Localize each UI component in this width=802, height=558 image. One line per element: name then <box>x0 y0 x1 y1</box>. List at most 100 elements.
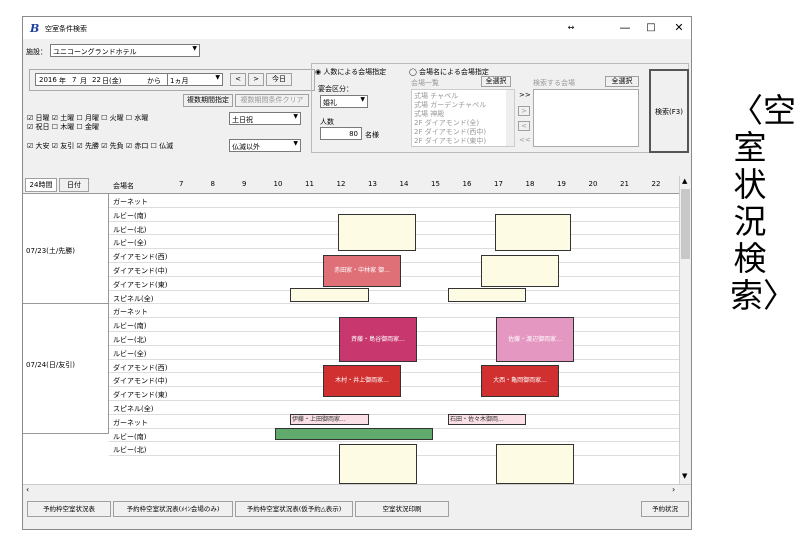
venue-name: スピネル(全) <box>113 405 154 413</box>
mode-radio-venue[interactable]: ◯ 会場名による会場指定 <box>409 67 489 77</box>
next-button[interactable]: > <box>248 73 264 86</box>
target-venue-header: 検索する会場 <box>533 79 575 87</box>
span-value: 1ヵ月 <box>170 77 189 85</box>
venue-name: ルビー(北) <box>113 225 147 234</box>
scroll-up-icon[interactable]: ▲ <box>682 177 687 185</box>
banquet-select[interactable]: 婚礼 ▼ <box>320 95 368 108</box>
date-year: 2016 <box>39 76 57 84</box>
available-slot[interactable] <box>448 288 526 302</box>
close-button[interactable]: ✕ <box>669 20 689 36</box>
remove-all-button[interactable]: << <box>519 136 531 144</box>
chevron-down-icon: ▼ <box>215 74 220 81</box>
search-button[interactable]: 検索(F3) <box>649 69 689 153</box>
grid-header: 24時間 日付 会場名 7 8 9 10 11 12 13 14 15 16 17 18 19 20 21 2… <box>23 176 683 194</box>
mode-radio-people[interactable]: ◉ 人数による会場指定 <box>315 67 386 77</box>
rokuyo-row[interactable]: ☑ 大安 ☑ 友引 ☑ 先勝 ☑ 先負 ☑ 赤口 ☐ 仏滅 <box>27 141 173 151</box>
available-slot[interactable] <box>496 444 574 484</box>
scroll-thumb[interactable] <box>681 189 690 259</box>
scroll-right-icon[interactable]: › <box>672 485 675 494</box>
available-slot[interactable] <box>495 214 571 251</box>
restore-icon[interactable]: ↔ <box>561 20 581 36</box>
weekday-row-2[interactable]: ☑ 祝日 ☐ 木曜 ☐ 金曜 <box>27 122 99 132</box>
window-title: 空室条件検索 <box>45 25 87 33</box>
venue-list-item[interactable]: 2F ダイアモンド(東中) <box>414 136 486 146</box>
hour-label: 19 <box>557 180 566 188</box>
scroll-down-icon[interactable]: ▼ <box>682 472 687 480</box>
reservation-vacancy-main-button[interactable]: 予約枠空室状況表(ﾒｲﾝ会場のみ) <box>113 501 233 517</box>
chevron-down-icon: ▼ <box>192 45 197 52</box>
venue-name: ダイアモンド(中) <box>113 377 168 386</box>
venue-name: ダイアモンド(中) <box>113 267 168 275</box>
date-cell: 07/23(土/先勝) <box>23 194 109 304</box>
booking-block[interactable]: 大西・亀岡御両家... <box>481 365 559 397</box>
availability-grid: 24時間 日付 会場名 7 8 9 10 11 12 13 14 15 16 17 18 19 20 21 2… <box>23 176 683 484</box>
chevron-down-icon: ▼ <box>293 113 298 120</box>
holiday-select[interactable]: 土日祝 ▼ <box>229 112 301 125</box>
venue-name: スピネル(全) <box>113 294 154 303</box>
remove-button[interactable]: < <box>518 121 530 131</box>
venue-name: ルビー(北) <box>113 336 147 344</box>
facility-value: ユニコーングランドホテル <box>53 48 137 56</box>
hour-label: 20 <box>588 180 598 188</box>
date-day: 22 <box>92 76 101 84</box>
tab-date[interactable]: 日付 <box>59 178 89 192</box>
hour-label: 10 <box>273 180 283 188</box>
add-all-button[interactable]: >> <box>519 91 531 99</box>
add-button[interactable]: > <box>518 106 530 116</box>
booking-block[interactable]: 木村・井上御両家... <box>323 365 401 397</box>
booking-block[interactable]: 赤田家・中林家 御... <box>323 255 401 287</box>
reservation-vacancy-button[interactable]: 予約枠空室状況表 <box>27 501 111 517</box>
select-all-target-button[interactable]: 全選択 <box>605 76 639 87</box>
select-all-button[interactable]: 全選択 <box>481 76 511 87</box>
minimize-button[interactable]: — <box>615 20 635 36</box>
date-label: 07/23(土/先勝) <box>26 247 75 255</box>
prev-button[interactable]: < <box>230 73 246 86</box>
people-input[interactable]: 80 <box>320 127 362 140</box>
facility-select[interactable]: ユニコーングランドホテル ▼ <box>50 44 200 57</box>
venue-list[interactable]: 式場 チャペル 式場 ガーデンチャペル 式場 神殿 2F ダイアモンド(全) 2… <box>411 89 515 147</box>
rokuyo-select[interactable]: 仏滅以外 ▼ <box>229 139 301 152</box>
available-slot[interactable] <box>338 214 416 251</box>
reservation-status-button[interactable]: 予約状況 <box>641 501 689 517</box>
booking-block[interactable]: 伊藤・上田御両家... <box>290 414 369 425</box>
booking-block[interactable] <box>275 428 433 440</box>
scroll-left-icon[interactable]: ‹ <box>26 485 29 494</box>
venue-row: ガーネット <box>109 194 683 208</box>
venue-name: ダイアモンド(西) <box>113 253 168 262</box>
booking-block[interactable]: 佐藤・渡辺御両家... <box>496 317 574 362</box>
horizontal-scrollbar[interactable]: ‹ › <box>23 484 691 496</box>
booking-block[interactable]: 石田・佐々木御両... <box>448 414 526 425</box>
date-cell: 07/24(日/友引) <box>23 304 109 434</box>
print-vacancy-button[interactable]: 空室状況印刷 <box>355 501 449 517</box>
hour-label: 8 <box>210 180 215 188</box>
available-slot[interactable] <box>339 444 417 484</box>
hour-label: 11 <box>305 180 314 188</box>
clear-multi-period-button[interactable]: 複数期間条件クリア <box>235 94 309 107</box>
date-month-suffix: 月 <box>80 77 87 85</box>
tab-24h[interactable]: 24時間 <box>25 178 57 192</box>
span-select[interactable]: 1ヵ月 ▼ <box>167 73 223 86</box>
venue-column-header: 会場名 <box>113 182 134 190</box>
people-value: 80 <box>349 130 358 138</box>
booking-block[interactable]: 斉藤・島谷御両家... <box>339 317 417 362</box>
vertical-scrollbar[interactable]: ▲ ▼ <box>679 176 691 484</box>
maximize-button[interactable]: □ <box>641 20 661 36</box>
venue-name: ルビー(南) <box>113 211 147 220</box>
hour-label: 12 <box>336 180 346 188</box>
target-venue-list[interactable] <box>533 89 639 147</box>
today-button[interactable]: 今日 <box>266 73 292 86</box>
available-slot[interactable] <box>481 255 559 287</box>
multi-period-button[interactable]: 複数期間指定 <box>183 94 233 107</box>
bottom-toolbar: 予約枠空室状況表 予約枠空室状況表(ﾒｲﾝ会場のみ) 予約枠空室状況表(仮予約△… <box>23 497 691 529</box>
hour-label: 17 <box>494 180 503 188</box>
venue-row: スピネル(全) <box>109 401 683 415</box>
date-year-suffix: 年 <box>59 77 66 85</box>
venue-list-scrollbar[interactable] <box>506 90 514 146</box>
reservation-vacancy-tentative-button[interactable]: 予約枠空室状況表(仮予約△表示) <box>235 501 353 517</box>
hour-label: 13 <box>368 180 377 188</box>
hour-label: 7 <box>179 180 184 188</box>
app-window: B 空室条件検索 ↔ — □ ✕ 施設： ユニコーングランドホテル ▼ 2016… <box>22 16 692 530</box>
available-slot[interactable] <box>290 288 369 302</box>
holiday-value: 土日祝 <box>232 116 253 124</box>
app-logo-icon: B <box>30 22 40 35</box>
